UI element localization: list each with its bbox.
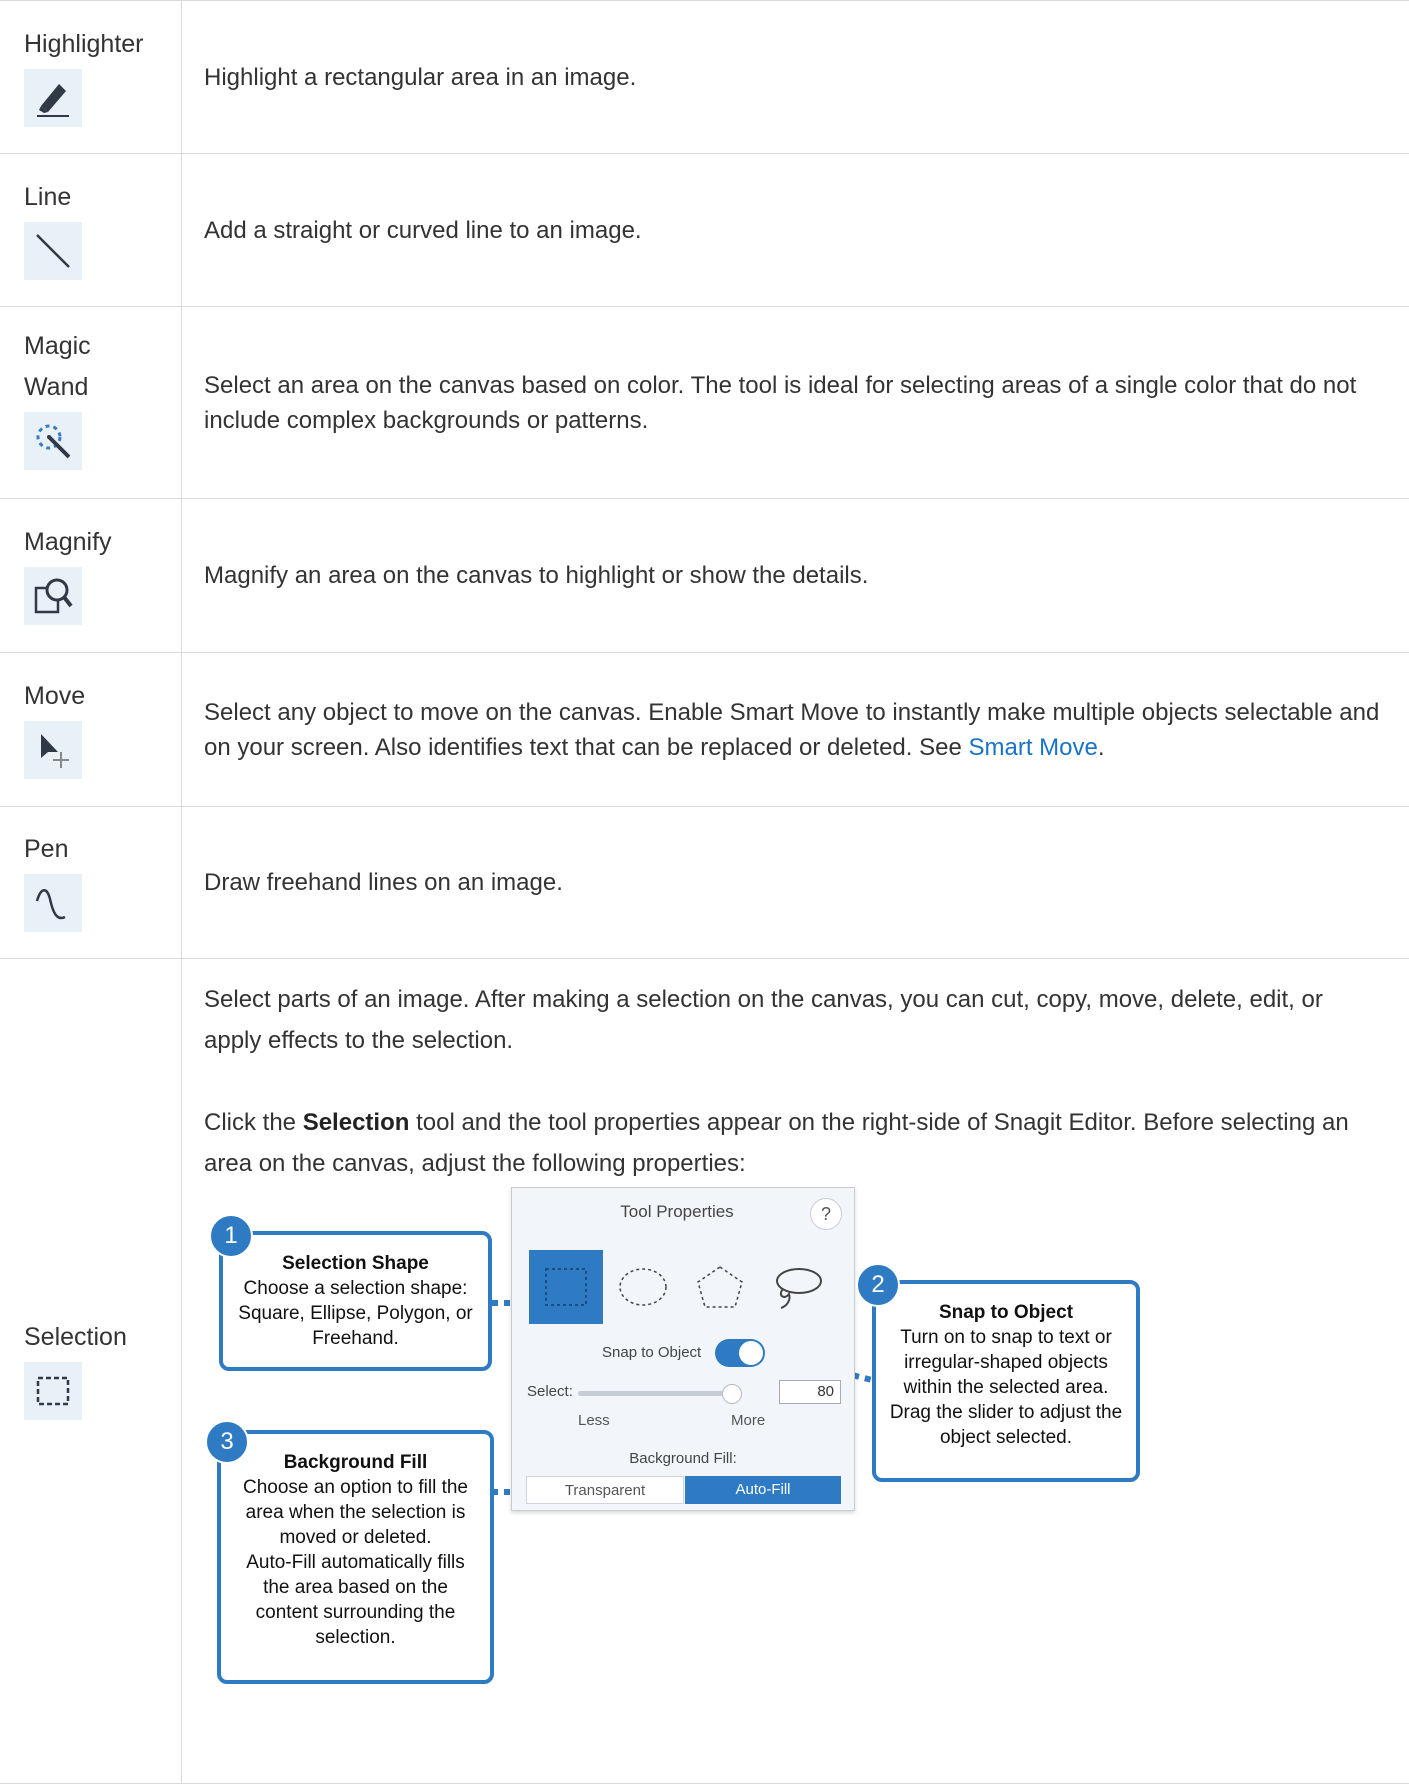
- ellipse-shape-button[interactable]: [606, 1250, 680, 1324]
- snap-to-object-toggle[interactable]: [715, 1339, 765, 1367]
- tool-properties-panel: Tool Properties ? Snap to Object Select:…: [511, 1187, 855, 1511]
- callout-snap-to-object: Snap to Object Turn on to snap to text o…: [872, 1280, 1140, 1482]
- square-shape-button[interactable]: [529, 1250, 603, 1324]
- tool-properties-figure: Tool Properties ? Snap to Object Select:…: [0, 0, 1409, 1783]
- less-label: Less: [578, 1412, 610, 1429]
- lasso-icon: [769, 1264, 825, 1310]
- callout-title: Background Fill: [221, 1450, 490, 1475]
- background-fill-label: Background Fill:: [512, 1450, 854, 1467]
- select-slider-handle[interactable]: [722, 1384, 742, 1404]
- callout-number-2: 2: [856, 1263, 900, 1307]
- select-slider[interactable]: [578, 1391, 732, 1396]
- callout-title: Selection Shape: [223, 1251, 488, 1276]
- callout-background-fill: Background Fill Choose an option to fill…: [217, 1430, 494, 1684]
- callout-text-2: Auto-Fill automatically fills the area b…: [221, 1550, 490, 1650]
- transparent-button[interactable]: Transparent: [526, 1476, 684, 1504]
- freehand-shape-button[interactable]: [760, 1250, 834, 1324]
- panel-title: Tool Properties: [512, 1202, 842, 1222]
- help-button[interactable]: ?: [810, 1198, 842, 1230]
- select-value-input[interactable]: 80: [779, 1380, 841, 1404]
- snap-to-object-label: Snap to Object: [602, 1344, 701, 1361]
- callout-selection-shape: Selection Shape Choose a selection shape…: [219, 1231, 492, 1371]
- select-label: Select:: [527, 1383, 573, 1400]
- square-selection-icon: [542, 1265, 590, 1309]
- ellipse-selection-icon: [617, 1265, 669, 1309]
- callout-text: Choose a selection shape: Square, Ellips…: [223, 1276, 488, 1351]
- callout-number-1: 1: [209, 1214, 253, 1258]
- auto-fill-button[interactable]: Auto-Fill: [685, 1476, 841, 1504]
- polygon-selection-icon: [694, 1264, 746, 1310]
- callout-connectors: [0, 0, 1409, 1783]
- callout-text: Choose an option to fill the area when t…: [221, 1475, 490, 1550]
- more-label: More: [731, 1412, 765, 1429]
- callout-title: Snap to Object: [876, 1300, 1136, 1325]
- polygon-shape-button[interactable]: [683, 1250, 757, 1324]
- toggle-knob: [739, 1341, 763, 1365]
- callout-number-3: 3: [205, 1420, 249, 1464]
- callout-text: Turn on to snap to text or irregular-sha…: [876, 1325, 1136, 1450]
